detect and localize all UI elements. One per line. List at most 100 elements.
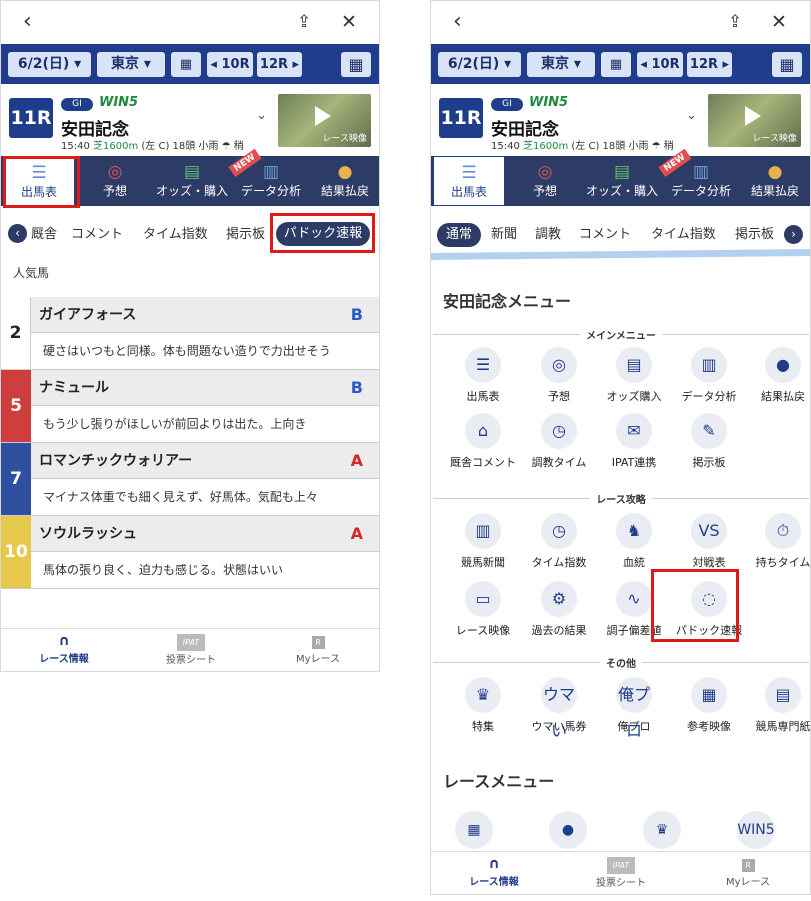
menu-item[interactable]: ⏱ 持ちタイム: [743, 513, 810, 575]
date-select[interactable]: 6/2(日) ▾: [8, 52, 91, 77]
race-video-thumbnail[interactable]: レース映像: [708, 94, 801, 147]
race-menu-icon[interactable]: ●: [549, 811, 587, 849]
chevron-down-icon[interactable]: ⌄: [686, 108, 697, 123]
tab-comment[interactable]: コメント: [579, 223, 631, 242]
race-menu-icon[interactable]: ▦: [455, 811, 493, 849]
menu-item[interactable]: ⚙ 過去の結果: [519, 581, 599, 643]
next-race-button[interactable]: 12R ▸: [257, 52, 302, 77]
menu-item[interactable]: 俺プロ 俺プロ: [594, 677, 674, 740]
bottom-label: レース情報: [39, 654, 89, 665]
nav-data-analysis[interactable]: NEW ▥ データ分析: [228, 149, 311, 206]
highlight-box: [3, 156, 80, 208]
ipat-icon: IPAT: [176, 634, 206, 651]
bottom-my-race[interactable]: R Myレース: [693, 856, 803, 888]
bottom-race-info[interactable]: ∩ レース情報: [9, 633, 119, 665]
menu-item[interactable]: ✎ 掲示板: [669, 413, 749, 475]
tab-time-index[interactable]: タイム指数: [143, 223, 208, 242]
tab-newspaper[interactable]: 新聞: [491, 223, 517, 242]
prev-race-button[interactable]: ◂ 10R: [207, 52, 253, 77]
date-select[interactable]: 6/2(日) ▾: [438, 52, 521, 77]
tab-comment[interactable]: コメント: [71, 223, 123, 242]
race-selector-bar: 6/2(日) ▾ 東京 ▾ ▦ ◂ 10R 12R ▸ ▦: [1, 44, 379, 84]
tab-kyusha[interactable]: 厩舎: [31, 223, 57, 242]
section-race-strategy: レース攻略: [433, 491, 809, 506]
menu-item[interactable]: ☰ 出馬表: [443, 347, 523, 409]
nav-label: データ分析: [240, 184, 301, 198]
menu-item[interactable]: ▤ 競馬専門紙: [743, 677, 810, 739]
coins-icon: ●: [337, 162, 353, 182]
grade-badge: GI: [61, 98, 93, 111]
nav-yoso[interactable]: ◎ 予想: [509, 156, 581, 206]
tab-normal[interactable]: 通常: [437, 223, 481, 247]
nav-shutsubahyo[interactable]: ☰ 出馬表: [433, 156, 505, 206]
menu-item[interactable]: ▭ レース映像: [443, 581, 523, 643]
menu-item[interactable]: ウマい ウマい馬券: [519, 677, 599, 740]
nav-odds[interactable]: ▤ オッズ・購入: [153, 156, 231, 206]
menu-item[interactable]: ▦ 参考映像: [669, 677, 749, 739]
nav-yoso[interactable]: ◎ 予想: [79, 156, 151, 206]
menu-item[interactable]: ♛ 特集: [443, 677, 523, 739]
menu-item[interactable]: ◷ タイム指数: [519, 513, 599, 575]
menu-item[interactable]: ♞ 血統: [594, 513, 674, 575]
prev-race-button[interactable]: ◂ 10R: [637, 52, 683, 77]
nav-data-analysis[interactable]: NEW ▥ データ分析: [658, 149, 741, 206]
menu-icon: ♞: [616, 513, 652, 549]
scroll-right-icon[interactable]: ›: [784, 225, 803, 244]
menu-item[interactable]: ▤ オッズ購入: [594, 347, 674, 409]
venue-select[interactable]: 東京 ▾: [97, 52, 165, 77]
tab-time-index[interactable]: タイム指数: [651, 223, 716, 242]
grid-icon[interactable]: ▦: [772, 52, 802, 77]
calendar-icon[interactable]: ▦: [601, 52, 631, 77]
horse-comment-row[interactable]: 10 ソウルラッシュ A 馬体の張り良く、迫力も感じる。状態はいい: [1, 516, 379, 589]
horse-comment-row[interactable]: 7 ロマンチックウォリアー A マイナス体重でも細く見えず、好馬体。気配も上々: [1, 443, 379, 516]
share-icon[interactable]: ⇪: [728, 7, 742, 37]
close-icon[interactable]: ✕: [771, 7, 787, 37]
share-icon[interactable]: ⇪: [297, 7, 311, 37]
menu-item[interactable]: ✉ IPAT連携: [594, 413, 674, 475]
bottom-vote-sheet[interactable]: IPAT 投票シート: [136, 633, 246, 666]
menu-icon: VS: [691, 513, 727, 549]
menu-item[interactable]: ⌂ 厩舎コメント: [443, 413, 523, 475]
menu-icon: 俺プロ: [616, 677, 652, 740]
menu-item[interactable]: ◷ 調教タイム: [519, 413, 599, 475]
bottom-race-info[interactable]: ∩ レース情報: [439, 856, 549, 888]
bottom-my-race[interactable]: R Myレース: [263, 633, 373, 665]
nav-results[interactable]: ● 結果払戻: [309, 156, 379, 206]
calendar-icon[interactable]: ▦: [171, 52, 201, 77]
menu-item[interactable]: ● 結果払戻: [743, 347, 810, 409]
venue-select[interactable]: 東京 ▾: [527, 52, 595, 77]
tab-bbs[interactable]: 掲示板: [226, 223, 265, 242]
race-menu-icon[interactable]: ♛: [643, 811, 681, 849]
next-race-button[interactable]: 12R ▸: [687, 52, 732, 77]
scroll-left-icon[interactable]: ‹: [8, 224, 27, 243]
menu-item[interactable]: ▥ データ分析: [669, 347, 749, 409]
menu-icon: ▥: [465, 513, 501, 549]
race-course: 芝1600m: [523, 141, 569, 152]
menu-item[interactable]: VS 対戦表: [669, 513, 749, 575]
bottom-vote-sheet[interactable]: IPAT 投票シート: [566, 856, 676, 889]
grid-icon[interactable]: ▦: [341, 52, 371, 77]
top-bar: ‹ ⇪ ✕: [431, 1, 810, 43]
race-menu-icon[interactable]: WIN5: [737, 811, 775, 849]
race-time: 15:40: [491, 141, 520, 152]
track-condition: 稍: [233, 141, 244, 152]
horse-comment-row[interactable]: 2 ガイアフォース B 硬さはいつもと同様。体も問題ない造りで力出せそう: [1, 297, 379, 370]
horse-comment-row[interactable]: 5 ナミュール B もう少し張りがほしいが前回よりは出た。上向き: [1, 370, 379, 443]
nav-odds[interactable]: ▤ オッズ・購入: [583, 156, 661, 206]
right-screen: ‹ ⇪ ✕ 6/2(日) ▾ 東京 ▾ ▦ ◂ 10R 12R ▸ ▦ 11R …: [430, 0, 811, 895]
win5-logo: WIN5: [529, 95, 569, 110]
chevron-down-icon[interactable]: ⌄: [256, 108, 267, 123]
nav-results[interactable]: ● 結果払戻: [739, 156, 810, 206]
menu-label: 血統: [623, 556, 645, 569]
close-icon[interactable]: ✕: [341, 7, 357, 37]
back-icon[interactable]: ‹: [23, 7, 32, 37]
menu-label: オッズ購入: [606, 390, 662, 403]
menu-item[interactable]: ◎ 予想: [519, 347, 599, 409]
back-icon[interactable]: ‹: [453, 7, 462, 37]
tab-bbs[interactable]: 掲示板: [735, 223, 774, 242]
main-nav: ☰ 出馬表 ◎ 予想 ▤ オッズ・購入 NEW ▥ データ分析 ● 結果払戻: [431, 149, 810, 206]
target-icon: ◎: [107, 162, 123, 182]
tab-training[interactable]: 調教: [535, 223, 561, 242]
menu-item[interactable]: ▥ 競馬新聞: [443, 513, 523, 575]
race-video-thumbnail[interactable]: レース映像: [278, 94, 371, 147]
